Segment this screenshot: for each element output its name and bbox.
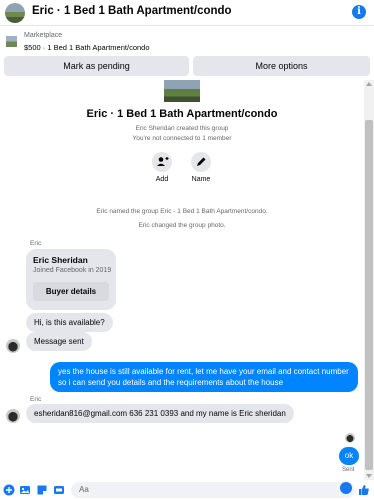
message-composer: Aa <box>0 480 374 500</box>
scroll-down-icon[interactable] <box>366 474 372 478</box>
name-label: Name <box>191 176 211 183</box>
listing-thumbnail <box>6 36 17 47</box>
sender-name: Eric <box>30 240 42 247</box>
buyer-name: Eric Sheridan <box>33 255 88 265</box>
group-name: Eric · 1 Bed 1 Bath Apartment/condo <box>86 108 278 120</box>
rename-event: Eric named the group Eric - 1 Bed 1 Bath… <box>96 208 268 215</box>
incoming-message[interactable]: esheridan816@gmail.com 636 231 0393 and … <box>26 404 294 423</box>
chat-title[interactable]: Eric · 1 Bed 1 Bath Apartment/condo <box>32 5 232 17</box>
buyer-card: Eric Sheridan Joined Facebook in 2019 Bu… <box>26 249 116 310</box>
pencil-icon <box>191 152 211 172</box>
seen-avatar <box>345 433 355 443</box>
more-options-button[interactable]: More options <box>193 56 370 76</box>
add-label: Add <box>155 176 169 183</box>
photo-event: Eric changed the group photo. <box>138 222 226 229</box>
plus-icon[interactable] <box>3 484 15 496</box>
scroll-up-icon[interactable] <box>366 82 372 86</box>
sent-status: Sent <box>342 467 355 473</box>
listing-banner[interactable]: Marketplace $500 · 1 Bed 1 Bath Apartmen… <box>0 28 374 54</box>
add-person-icon <box>152 152 172 172</box>
mark-as-pending-button[interactable]: Mark as pending <box>4 56 189 76</box>
image-icon[interactable] <box>19 484 31 496</box>
sender-name: Eric <box>30 396 42 403</box>
info-icon[interactable]: i <box>352 5 366 19</box>
emoji-icon[interactable] <box>340 482 352 494</box>
message-placeholder: Aa <box>79 485 89 494</box>
buyer-details-button[interactable]: Buyer details <box>33 282 109 301</box>
buyer-joined: Joined Facebook in 2019 <box>33 267 112 274</box>
sender-avatar[interactable] <box>6 339 20 353</box>
group-created-text: Eric Sheridan created this group <box>135 125 229 132</box>
sticker-icon[interactable] <box>36 484 48 496</box>
connection-text: You're not connected to 1 member <box>132 135 232 142</box>
outgoing-message[interactable]: yes the house is still available for ren… <box>50 362 358 392</box>
incoming-message[interactable]: Hi, is this available? <box>26 313 113 332</box>
group-photo <box>164 80 200 102</box>
scrollbar-thumb[interactable] <box>365 120 373 470</box>
listing-source: Marketplace <box>24 32 63 39</box>
gif-icon[interactable] <box>53 484 65 496</box>
sender-avatar[interactable] <box>6 409 20 423</box>
listing-summary: $500 · 1 Bed 1 Bath Apartment/condo <box>24 43 150 52</box>
scrollbar[interactable] <box>364 80 374 480</box>
message-thread: Eric · 1 Bed 1 Bath Apartment/condo Eric… <box>0 80 364 480</box>
name-group-action[interactable]: Name <box>186 152 216 183</box>
incoming-message[interactable]: Message sent <box>26 332 92 351</box>
add-member-action[interactable]: Add <box>147 152 177 183</box>
like-icon[interactable] <box>358 484 370 496</box>
message-input[interactable]: Aa <box>71 482 355 498</box>
chat-header: Eric · 1 Bed 1 Bath Apartment/condo i <box>0 0 374 26</box>
group-avatar[interactable] <box>5 3 25 23</box>
outgoing-message[interactable]: ok <box>339 447 359 465</box>
